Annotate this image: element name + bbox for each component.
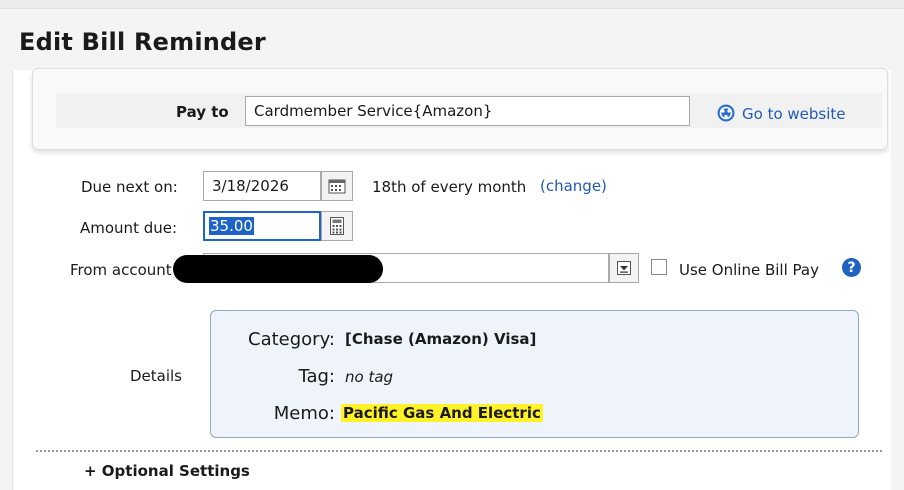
section-divider [36,450,882,452]
page-title: Edit Bill Reminder [19,28,266,56]
amount-due-value: 35.00 [209,217,254,235]
pay-to-label: Pay to [176,103,229,121]
details-box: Category: [Chase (Amazon) Visa] Tag: no … [210,310,859,438]
change-frequency-link[interactable]: (change) [540,177,607,195]
online-bill-pay-label: Use Online Bill Pay [679,261,819,279]
globe-link-icon [717,104,735,122]
category-label: Category: [248,329,335,350]
due-date-input[interactable]: 3/18/2026 [203,171,321,201]
frequency-text: 18th of every month [372,178,527,196]
memo-label: Memo: [273,403,335,424]
category-value[interactable]: [Chase (Amazon) Visa] [345,330,536,348]
amount-due-label: Amount due: [80,219,178,237]
dropdown-icon [617,261,631,275]
calculator-icon [330,217,344,235]
calendar-icon [328,179,346,194]
memo-highlight: Pacific Gas And Electric [341,404,543,422]
top-toolbar-edge [0,0,904,9]
details-label: Details [130,367,183,385]
redaction-mark [173,255,383,283]
optional-settings-toggle[interactable]: + Optional Settings [84,462,250,480]
pay-to-input[interactable]: Cardmember Service{Amazon} [245,96,690,126]
amount-due-input[interactable]: 35.00 [203,211,321,241]
online-bill-pay-checkbox[interactable] [651,259,667,275]
go-to-website-link[interactable]: Go to website [716,103,846,123]
help-icon[interactable]: ? [842,258,861,277]
tag-label: Tag: [298,366,335,387]
account-dropdown-button[interactable] [609,253,639,283]
from-account-label: From account [70,261,172,279]
memo-value[interactable]: Pacific Gas And Electric [341,404,543,422]
go-to-website-label: Go to website [742,105,846,123]
tag-value[interactable]: no tag [345,368,393,386]
calculator-button[interactable] [321,211,353,241]
calendar-button[interactable] [321,171,353,201]
due-next-on-label: Due next on: [81,178,178,196]
